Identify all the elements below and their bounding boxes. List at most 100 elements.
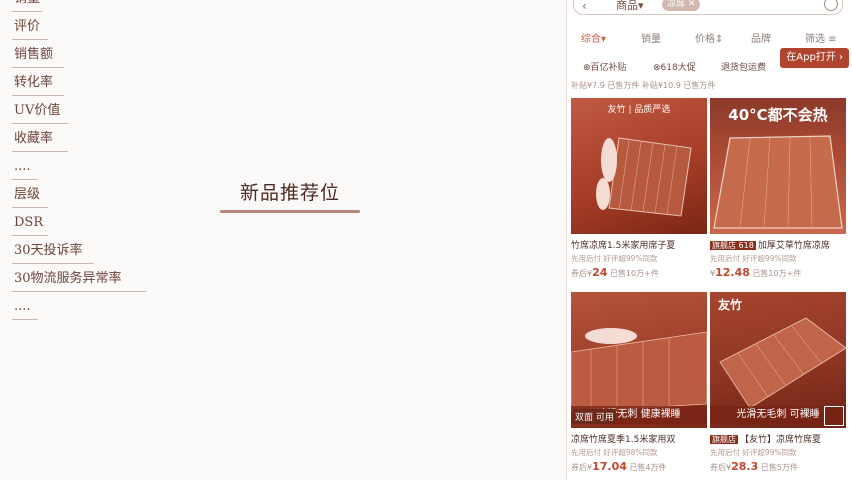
previous-row-prices: 补贴¥7.9 已售万件 补贴¥10.9 已售万件 bbox=[571, 81, 716, 90]
price-prefix: 券后¥ bbox=[571, 269, 593, 278]
metric-label: 30天投诉率 bbox=[14, 243, 83, 258]
product-price: 券后¥17.04 已售4万件 bbox=[571, 460, 707, 473]
divider bbox=[12, 151, 68, 152]
tab-label: 筛选 bbox=[805, 34, 825, 45]
store-badge: 旗舰店 618 bbox=[710, 241, 756, 250]
metric-item: .... bbox=[12, 294, 162, 322]
double-sided-label: 双面 可用 bbox=[573, 409, 616, 424]
divider bbox=[12, 263, 94, 264]
metric-item: 销售额 bbox=[12, 42, 162, 70]
metric-item: UV价值 bbox=[12, 98, 162, 126]
mat-illustration bbox=[713, 135, 843, 229]
metric-label: 收藏率 bbox=[14, 131, 54, 146]
tab-price[interactable]: 价格⇕ bbox=[695, 30, 723, 45]
metric-item: DSR bbox=[12, 210, 162, 238]
divider bbox=[12, 95, 64, 96]
divider bbox=[12, 67, 64, 68]
tab-composite[interactable]: 综合▾ bbox=[581, 30, 606, 45]
divider bbox=[12, 39, 48, 40]
title-underline bbox=[220, 210, 360, 213]
back-icon[interactable]: ‹ bbox=[582, 0, 587, 13]
product-price: 券后¥28.3 已售5万件 bbox=[710, 460, 846, 473]
metric-label: 销售额 bbox=[14, 47, 54, 62]
product-tags: 先用后付 好评超99%同款 bbox=[710, 448, 797, 457]
product-title: 凉席竹席夏季1.5米家用双 bbox=[571, 435, 676, 445]
divider bbox=[12, 291, 146, 292]
chip-label: 618大促 bbox=[660, 63, 696, 73]
product-price: 券后¥24 已售10万+件 bbox=[571, 266, 707, 279]
metric-item: 30天投诉率 bbox=[12, 238, 162, 266]
product-image: 40°C都不会热 bbox=[710, 98, 846, 234]
sold-count: 已售10万+件 bbox=[609, 269, 659, 278]
product-tags: 先用后付 好评超98%同款 bbox=[571, 448, 658, 457]
divider bbox=[12, 179, 38, 180]
scale-icon bbox=[824, 406, 844, 426]
metric-item: 转化率 bbox=[12, 70, 162, 98]
product-tags: 先用后付 好评超99%同款 bbox=[710, 254, 797, 263]
search-scope-label: 商品 bbox=[616, 0, 638, 12]
price-prefix: 券后¥ bbox=[710, 463, 732, 472]
divider bbox=[12, 11, 42, 12]
metric-item: 30物流服务异常率 bbox=[12, 266, 162, 294]
search-tag-label: 凉席 bbox=[667, 0, 686, 9]
chip-free-return[interactable]: 退货包运费 bbox=[721, 60, 766, 73]
divider bbox=[12, 235, 48, 236]
metric-label: UV价值 bbox=[14, 103, 61, 118]
page-title: 新品推荐位 bbox=[239, 182, 340, 204]
metric-item: 收藏率 bbox=[12, 126, 162, 154]
price-prefix: 券后¥ bbox=[571, 463, 593, 472]
mobile-preview: ‹ 商品▾ 凉席 ✕ 综合▾ 销量 价格⇕ 品牌 筛选 ≡ 在App打开 › ⊕… bbox=[566, 0, 852, 480]
sort-tabs: 综合▾ 销量 价格⇕ 品牌 筛选 ≡ bbox=[567, 30, 852, 48]
product-card[interactable]: 友竹 | 品质严选 竹席凉席1.5米家用席子夏 先用后付 好评超99%同款 券后… bbox=[571, 98, 707, 279]
chip-subsidy[interactable]: ⊕百亿补贴 bbox=[583, 60, 627, 73]
tab-label: 价格 bbox=[695, 34, 715, 45]
metric-item: 销量 bbox=[12, 0, 162, 14]
search-bar[interactable]: ‹ 商品▾ 凉席 ✕ bbox=[573, 0, 843, 15]
price-value: 24 bbox=[592, 266, 608, 279]
divider bbox=[12, 207, 48, 208]
sold-count: 已售5万件 bbox=[760, 463, 798, 472]
search-tag[interactable]: 凉席 ✕ bbox=[662, 0, 701, 11]
chip-618[interactable]: ⊗618大促 bbox=[653, 60, 696, 73]
product-title: 加厚艾草竹席凉席 bbox=[757, 241, 830, 251]
metric-label: 评价 bbox=[14, 19, 41, 34]
product-card[interactable]: 凉滑无刺 健康裸睡 双面 可用 凉席竹席夏季1.5米家用双 先用后付 好评超98… bbox=[571, 292, 707, 473]
divider bbox=[12, 319, 38, 320]
metric-label: 转化率 bbox=[14, 75, 54, 90]
metric-item: .... bbox=[12, 154, 162, 182]
product-image: 凉滑无刺 健康裸睡 双面 可用 bbox=[571, 292, 707, 428]
sold-count: 已售10万+件 bbox=[752, 269, 802, 278]
search-scope[interactable]: 商品▾ bbox=[616, 0, 644, 13]
chip-label: 百亿补贴 bbox=[590, 63, 627, 73]
product-card[interactable]: 40°C都不会热 旗舰店 618 加厚艾草竹席凉席 先用后付 好评超99%同款 ¥… bbox=[710, 98, 846, 279]
product-card[interactable]: 友竹 光滑无毛刺 可裸睡 旗舰店 【友竹】凉席竹席夏 先用后付 好评超99%同款 … bbox=[710, 292, 846, 473]
tab-label: 综合 bbox=[581, 34, 601, 45]
metric-label: .... bbox=[14, 159, 31, 174]
filter-chips: ⊕百亿补贴 ⊗618大促 退货包运费 bbox=[567, 60, 852, 76]
camera-icon[interactable] bbox=[824, 0, 838, 11]
metric-label: .... bbox=[14, 299, 31, 314]
metric-item: 层级 bbox=[12, 182, 162, 210]
price-value: 28.3 bbox=[731, 460, 759, 473]
divider bbox=[12, 123, 68, 124]
price-value: 17.04 bbox=[592, 460, 627, 473]
product-title-row: 旗舰店 618 加厚艾草竹席凉席 bbox=[710, 238, 846, 251]
store-badge: 旗舰店 bbox=[710, 435, 738, 444]
metrics-list: 销量 评价 销售额 转化率 UV价值 收藏率 .... 层级 DSR 30天投诉… bbox=[12, 0, 162, 322]
product-image: 友竹 | 品质严选 bbox=[571, 98, 707, 234]
sold-count: 已售4万件 bbox=[629, 463, 667, 472]
metric-label: 层级 bbox=[14, 187, 41, 202]
product-image: 友竹 光滑无毛刺 可裸睡 bbox=[710, 292, 846, 428]
product-title: 竹席凉席1.5米家用席子夏 bbox=[571, 241, 676, 251]
product-price: ¥12.48 已售10万+件 bbox=[710, 266, 846, 279]
tab-filter[interactable]: 筛选 ≡ bbox=[805, 30, 837, 45]
price-value: 12.48 bbox=[715, 266, 750, 279]
product-title-row: 旗舰店 【友竹】凉席竹席夏 bbox=[710, 432, 846, 445]
metric-label: 销量 bbox=[12, 0, 40, 6]
metric-label: 30物流服务异常率 bbox=[14, 271, 122, 286]
tab-brand[interactable]: 品牌 bbox=[751, 30, 771, 45]
product-tags: 先用后付 好评超99%同款 bbox=[571, 254, 658, 263]
tab-sales[interactable]: 销量 bbox=[641, 30, 661, 45]
metric-item: 评价 bbox=[12, 14, 162, 42]
mat-illustration bbox=[596, 137, 692, 217]
